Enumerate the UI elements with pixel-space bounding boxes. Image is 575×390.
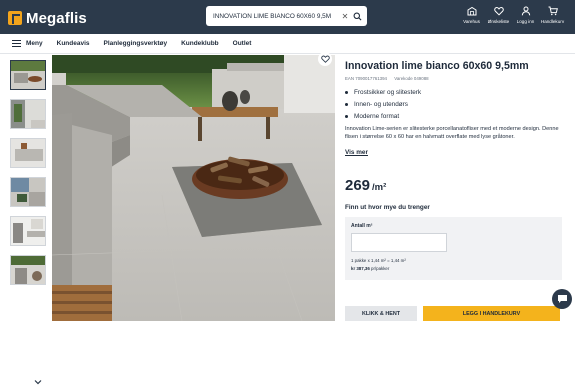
heart-icon <box>320 55 330 63</box>
item-number: Varekode 049088 <box>394 76 429 81</box>
price-unit: /m² <box>372 182 387 193</box>
feature-item: Moderne format <box>345 113 567 120</box>
thumbnail-5[interactable] <box>10 216 46 246</box>
price-value: 269 <box>345 177 371 194</box>
package-equation: 1 pakke x 1,44 m² = 1,44 m² <box>351 258 406 263</box>
main-nav: Meny Kundeavis Planleggingsverktøy Kunde… <box>0 34 575 54</box>
thumbnail-4[interactable] <box>10 177 46 207</box>
feature-item: Innen- og utendørs <box>345 101 567 108</box>
quantity-input[interactable] <box>351 233 447 252</box>
product-title: Innovation lime bianco 60x60 9,5mm <box>345 60 529 72</box>
logo-text: Megaflis <box>26 9 87 27</box>
search-bar[interactable]: INNOVATION LIME BIANCO 60X60 9,5M ✕ <box>206 6 367 26</box>
warehouse-label: Varehus <box>463 19 480 24</box>
header-actions: Varehus Ønskeliste Logg inn Handlekurv <box>458 6 566 24</box>
thumbnail-2[interactable] <box>10 99 46 129</box>
warehouse-icon <box>467 6 476 16</box>
cart-label: Handlekurv <box>540 19 565 24</box>
search-input[interactable]: INNOVATION LIME BIANCO 60X60 9,5M <box>213 13 339 20</box>
product-price: 269/m² <box>345 177 567 194</box>
logo-mark <box>8 11 22 25</box>
package-price-value: kr 387,36 <box>351 266 370 271</box>
nav-link-kundeavis[interactable]: Kundeavis <box>57 40 90 47</box>
product-description: Innovation Lime-serien er slitesterke po… <box>345 126 559 140</box>
product-main-image[interactable] <box>52 55 335 321</box>
quantity-calculator: Antall m² 1 pakke x 1,44 m² = 1,44 m² kr… <box>345 217 562 280</box>
chat-button[interactable] <box>552 289 572 309</box>
menu-button[interactable]: Meny <box>12 40 43 47</box>
login-label: Logg inn <box>516 19 535 24</box>
package-price-suffix: pr/pakker <box>369 266 390 271</box>
quantity-label: Antall m² <box>351 223 373 229</box>
calculator-title: Finn ut hvor mye du trenger <box>345 204 430 211</box>
package-price: kr 387,36 pr/pakker <box>351 266 556 271</box>
search-icon[interactable] <box>351 10 363 22</box>
product-codes: EAN 7090017761394 Varekode 049088 <box>345 76 567 81</box>
feature-list: Frostsikker og slitesterk Innen- og uten… <box>345 89 567 120</box>
chevron-down-icon[interactable] <box>34 372 42 385</box>
top-header: Megaflis INNOVATION LIME BIANCO 60X60 9,… <box>0 0 575 34</box>
thumbnail-6[interactable] <box>10 255 46 285</box>
warehouse-button[interactable]: Varehus <box>458 6 485 24</box>
thumbnail-list <box>10 60 46 385</box>
click-and-collect-button[interactable]: KLIKK & HENT <box>345 306 417 321</box>
logo[interactable]: Megaflis <box>8 8 87 28</box>
thumbnail-3[interactable] <box>10 138 46 168</box>
cart-icon <box>548 6 558 16</box>
login-button[interactable]: Logg inn <box>512 6 539 24</box>
nav-link-customer-club[interactable]: Kundeklubb <box>181 40 219 47</box>
add-to-cart-button[interactable]: LEGG I HANDLEKURV <box>423 306 560 321</box>
cart-button[interactable]: Handlekurv <box>539 6 566 24</box>
heart-icon <box>493 7 504 16</box>
ean-code: EAN 7090017761394 <box>345 76 387 81</box>
show-more-link[interactable]: Vis mer <box>345 149 368 156</box>
menu-label: Meny <box>26 40 43 47</box>
chat-icon <box>557 295 567 303</box>
hamburger-icon <box>12 40 21 47</box>
nav-link-planning-tool[interactable]: Planleggingsverktøy <box>104 40 168 47</box>
user-icon <box>521 6 530 16</box>
add-to-wishlist-button[interactable] <box>318 52 332 66</box>
clear-search-icon[interactable]: ✕ <box>339 12 351 21</box>
nav-link-outlet[interactable]: Outlet <box>233 40 252 47</box>
wishlist-button[interactable]: Ønskeliste <box>485 6 512 24</box>
wishlist-label: Ønskeliste <box>487 19 510 24</box>
feature-item: Frostsikker og slitesterk <box>345 89 567 96</box>
thumbnail-1[interactable] <box>10 60 46 90</box>
product-details: Innovation lime bianco 60x60 9,5mm EAN 7… <box>345 60 567 280</box>
